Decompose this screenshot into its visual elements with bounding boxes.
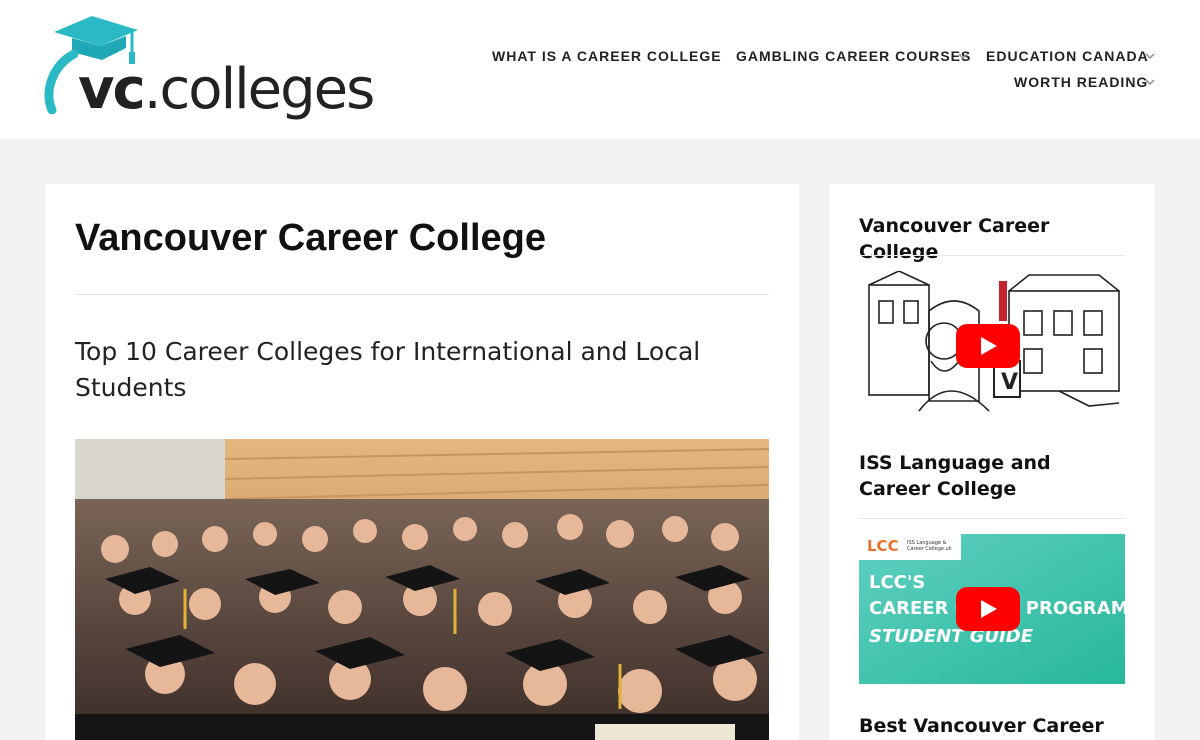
svg-text:V: V	[1001, 370, 1018, 395]
main-content: Vancouver Career College Top 10 Career C…	[45, 184, 799, 740]
logo-wordmark: vc.colleges	[78, 57, 375, 122]
graduation-ceremony-image	[75, 439, 769, 740]
chevron-down-icon[interactable]	[958, 52, 968, 62]
page-title: Vancouver Career College	[75, 217, 546, 259]
nav-item-education-canada[interactable]: EDUCATION CANADA	[986, 45, 1149, 67]
site-logo[interactable]: vc.colleges	[44, 14, 384, 126]
nav-item-what-is-a-career-college[interactable]: WHAT IS A CAREER COLLEGE	[492, 45, 722, 67]
nav-item-gambling-career-courses[interactable]: GAMBLING CAREER COURSES	[736, 45, 971, 67]
main-navigation: WHAT IS A CAREER COLLEGE GAMBLING CAREER…	[478, 44, 1168, 104]
nav-item-worth-reading[interactable]: WORTH READING	[1014, 71, 1148, 93]
youtube-play-icon[interactable]	[956, 324, 1020, 368]
video-caption-line1: LCC'S	[869, 572, 926, 593]
widget-title: ISS Language and Career College	[859, 452, 1051, 500]
video-embed-vancouver-career-college[interactable]: V	[859, 271, 1125, 421]
site-header: vc.colleges WHAT IS A CAREER COLLEGE GAM…	[0, 0, 1200, 139]
widget-title: Best Vancouver Career	[859, 715, 1104, 737]
chevron-down-icon[interactable]	[1145, 52, 1155, 62]
divider	[859, 255, 1125, 256]
sidebar: Vancouver Career College V ISS Language …	[829, 184, 1155, 740]
chevron-down-icon[interactable]	[1145, 78, 1155, 88]
divider	[859, 518, 1125, 519]
divider	[75, 294, 769, 295]
video-embed-lcc-career-coop[interactable]: LCC ISS Language & Career College.uk LCC…	[859, 534, 1125, 684]
article-heading: Top 10 Career Colleges for International…	[75, 337, 701, 402]
lcc-logo: LCC	[867, 537, 899, 555]
youtube-play-icon[interactable]	[956, 587, 1020, 631]
widget-title: Vancouver Career College	[859, 215, 1050, 263]
lcc-logo-subtext: ISS Language & Career College.uk	[907, 540, 952, 552]
